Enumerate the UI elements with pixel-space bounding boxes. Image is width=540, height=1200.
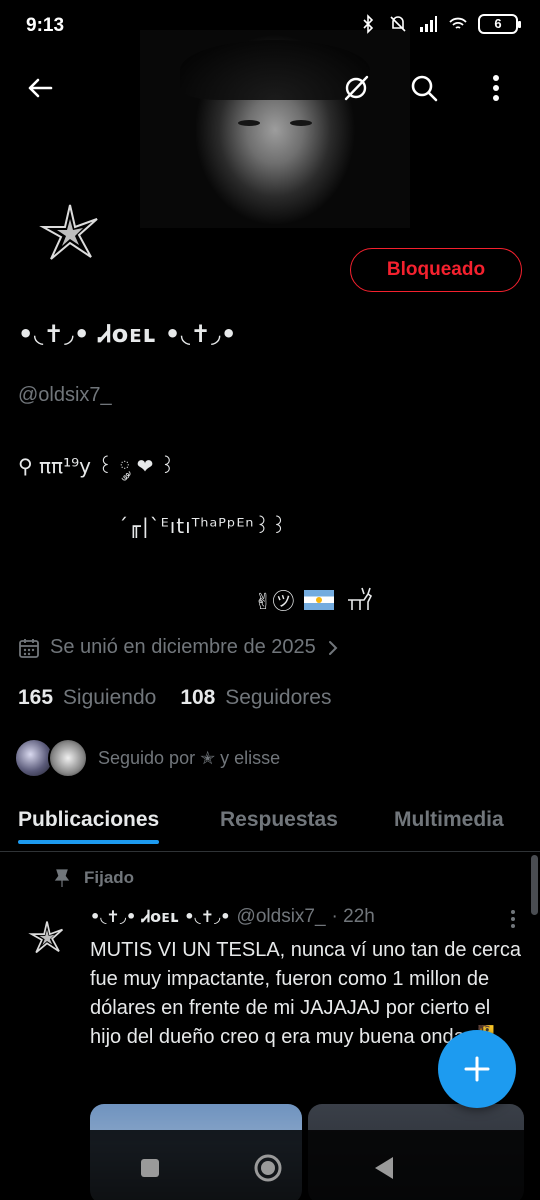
bio-line-2: ´╓|`ᴱıtıᵀʰᵃᴾᵖᴱⁿ꒱꒱ xyxy=(118,514,288,538)
followers-label: Seguidores xyxy=(225,686,332,709)
following-link[interactable]: 165 Siguiendo xyxy=(18,686,156,710)
vertical-dots-icon xyxy=(511,910,515,928)
joined-date-text: Se unió en diciembre de 2025 xyxy=(50,636,316,658)
status-bar: 9:13 6 xyxy=(0,0,540,52)
post-time: · 22h xyxy=(331,906,375,927)
followed-by-text: Seguido por ✭ y elisse xyxy=(98,747,281,768)
home-button[interactable] xyxy=(250,1150,286,1186)
scrollbar[interactable] xyxy=(531,855,538,915)
battery-indicator: 6 xyxy=(478,14,521,34)
tab-publicaciones[interactable]: Publicaciones xyxy=(18,796,160,844)
pinned-label: Fijado xyxy=(84,868,135,887)
search-button[interactable] xyxy=(402,66,446,110)
vertical-dots-icon xyxy=(493,75,499,101)
mute-icon xyxy=(390,16,406,32)
tab-respuestas[interactable]: Respuestas xyxy=(220,796,338,832)
post-more-button[interactable] xyxy=(502,904,524,934)
system-back-button[interactable] xyxy=(366,1150,402,1186)
star-avatar-icon xyxy=(28,921,63,954)
following-label: Siguiendo xyxy=(62,686,157,709)
following-count: 165 xyxy=(18,686,54,709)
recents-button[interactable] xyxy=(132,1150,168,1186)
signal-icon xyxy=(420,16,437,32)
followers-count: 108 xyxy=(180,686,216,709)
pin-icon xyxy=(54,869,70,887)
joined-date-row[interactable]: Se unió en diciembre de 2025 xyxy=(18,636,340,659)
grok-icon xyxy=(344,75,369,101)
grok-button[interactable] xyxy=(334,66,378,110)
follower-avatar xyxy=(48,738,88,778)
post-author-name[interactable]: •◟✝◞• Ꮧᴏᴇʟ •◟✝◞• xyxy=(90,907,231,927)
search-icon xyxy=(411,75,438,102)
square-icon xyxy=(141,1159,159,1177)
banner-photo xyxy=(140,30,410,228)
chevron-right-icon xyxy=(328,640,338,655)
calendar-icon xyxy=(19,638,39,658)
bluetooth-icon xyxy=(363,14,374,34)
profile-tabs: Publicaciones Respuestas Multimedia xyxy=(0,796,540,852)
plus-icon xyxy=(464,1056,490,1082)
profile-avatar[interactable] xyxy=(18,180,122,284)
bio-emojis: ✌︎㋡ xyxy=(254,590,295,615)
back-button[interactable] xyxy=(18,66,62,110)
circle-home-icon xyxy=(254,1154,282,1182)
star-avatar-icon xyxy=(39,204,98,260)
pinned-indicator: Fijado xyxy=(54,868,134,888)
tab-multimedia[interactable]: Multimedia xyxy=(394,796,504,832)
follow-stats: 165 Siguiendo 108 Seguidores xyxy=(18,686,331,710)
arrow-left-icon xyxy=(28,78,53,98)
bio-line-1: ⚲ ππ¹⁹y ꒰ ༘ ❤ ꒱ xyxy=(18,454,176,478)
post-author-avatar[interactable] xyxy=(18,908,76,966)
wifi-icon xyxy=(449,17,467,29)
system-navigation-bar xyxy=(0,1130,540,1200)
post-author-handle[interactable]: @oldsix7_ xyxy=(237,906,326,928)
bio-line-3: ✌︎㋡ xyxy=(254,584,374,616)
more-options-button[interactable] xyxy=(474,66,518,110)
followers-link[interactable]: 108 Seguidores xyxy=(180,686,331,710)
blocked-button[interactable]: Bloqueado xyxy=(350,248,522,292)
profile-display-name: •◟✝◞• Ꮧᴏᴇʟ •◟✝◞• xyxy=(18,320,237,348)
post-header: •◟✝◞• Ꮧᴏᴇʟ •◟✝◞• @oldsix7_ · 22h xyxy=(90,906,375,928)
profile-handle: @oldsix7_ xyxy=(18,384,112,406)
triangle-back-icon xyxy=(375,1157,393,1179)
compose-button[interactable] xyxy=(438,1030,516,1108)
argentina-flag-icon xyxy=(304,590,335,610)
status-time: 9:13 xyxy=(26,15,65,36)
followed-by-row[interactable]: Seguido por ✭ y elisse xyxy=(14,738,280,778)
goat-icon xyxy=(348,587,373,610)
